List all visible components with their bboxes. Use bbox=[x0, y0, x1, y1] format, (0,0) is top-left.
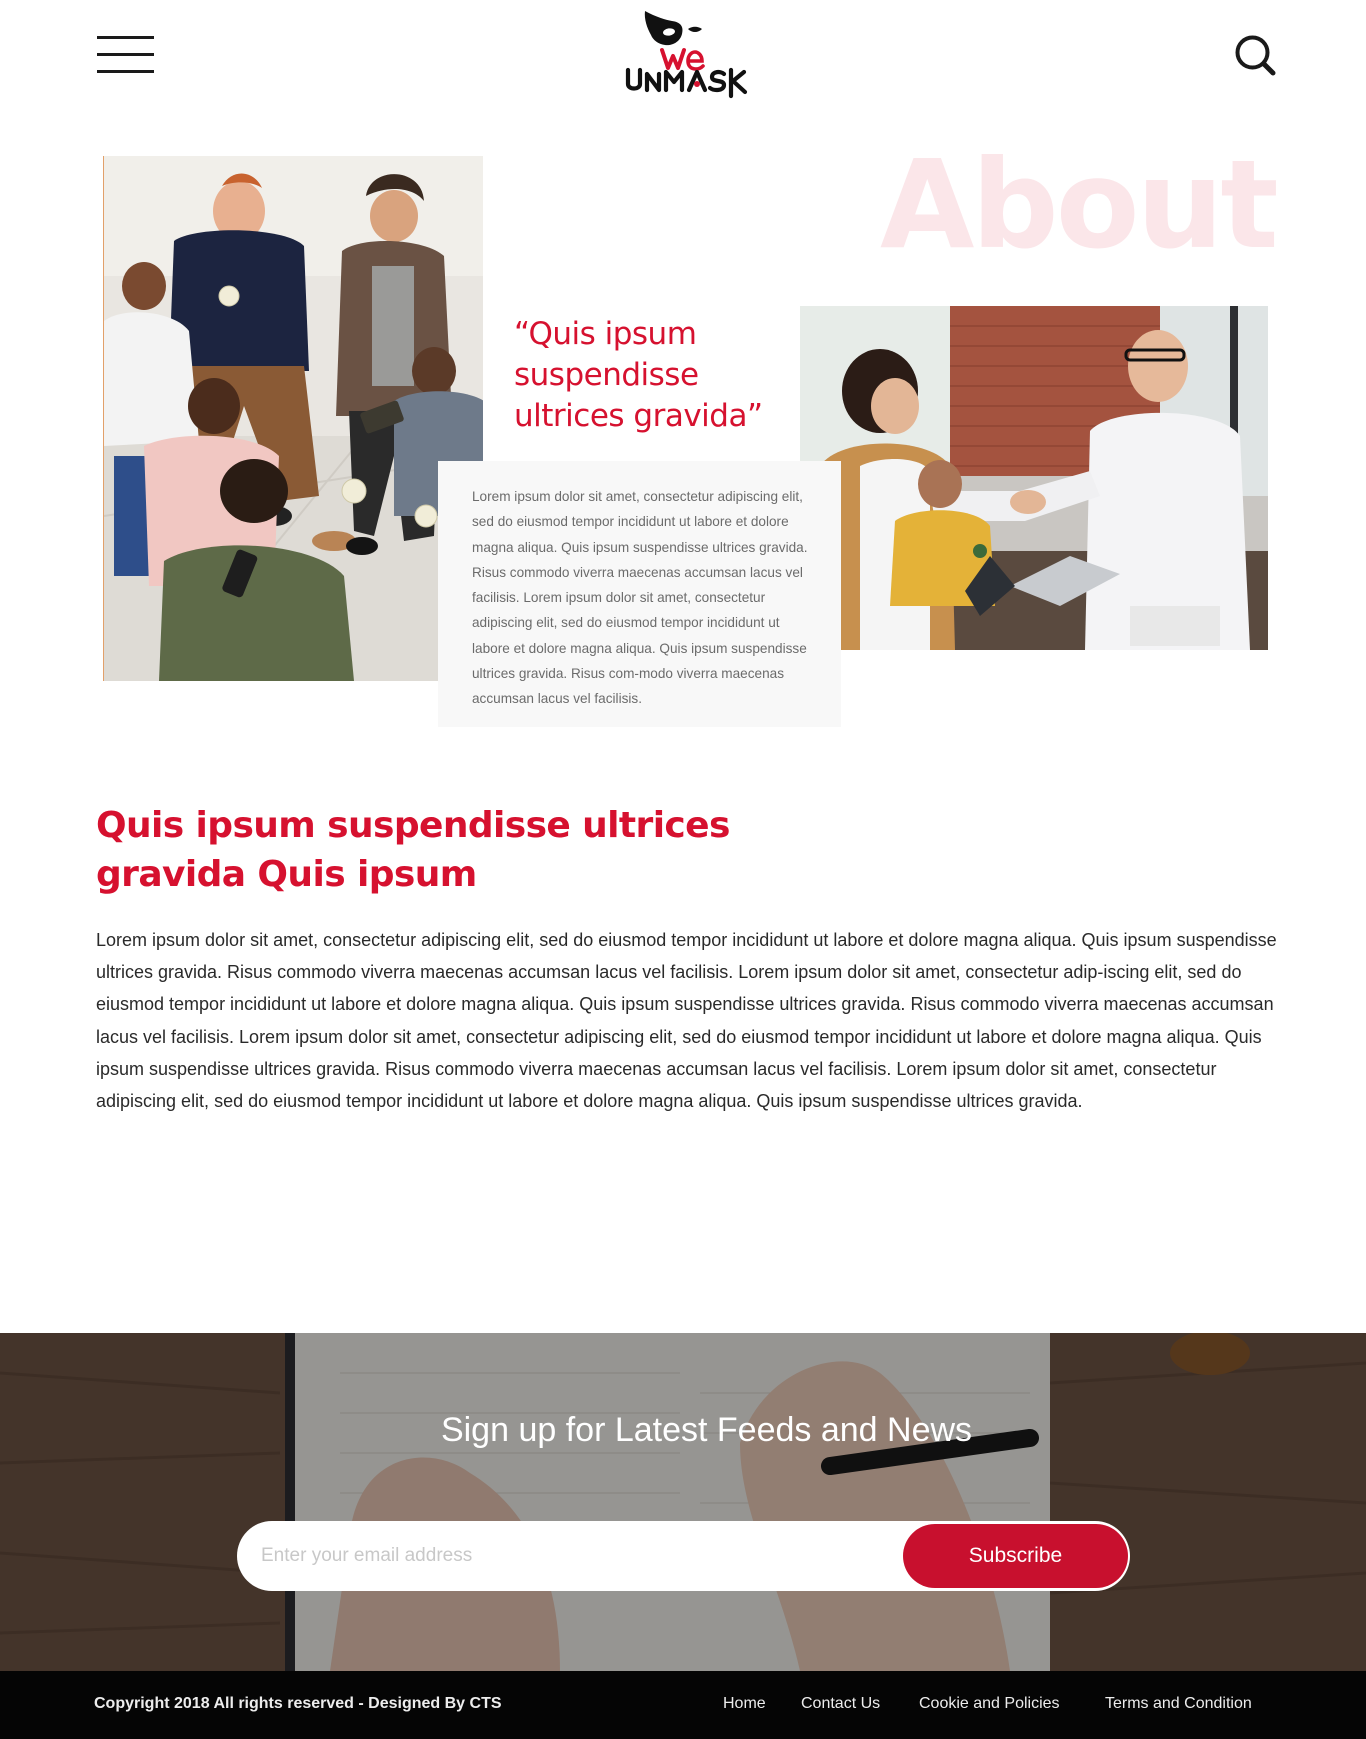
menu-bar bbox=[97, 53, 154, 56]
footer-link-contact-us[interactable]: Contact Us bbox=[801, 1695, 880, 1713]
about-text-card: Lorem ipsum dolor sit amet, consectetur … bbox=[438, 461, 841, 727]
site-header bbox=[0, 0, 1366, 110]
email-input[interactable] bbox=[261, 1521, 901, 1591]
footer-link-cookie-policies[interactable]: Cookie and Policies bbox=[919, 1695, 1060, 1713]
about-card-text: Lorem ipsum dolor sit amet, consectetur … bbox=[472, 489, 808, 707]
menu-bar bbox=[97, 36, 154, 39]
search-icon[interactable] bbox=[1234, 34, 1276, 76]
handshake-photo bbox=[800, 306, 1268, 650]
menu-bar bbox=[97, 70, 154, 73]
hamburger-menu-icon[interactable] bbox=[97, 36, 154, 74]
article-title: Quis ipsum suspendisse ultrices gravida … bbox=[96, 805, 730, 895]
we-unmask-logo[interactable] bbox=[620, 8, 770, 104]
newsletter-section bbox=[0, 1333, 1366, 1671]
footer-link-home[interactable]: Home bbox=[723, 1695, 766, 1713]
site-footer: Copyright 2018 All rights reserved - Des… bbox=[0, 1671, 1366, 1739]
article-body: Lorem ipsum dolor sit amet, consectetur … bbox=[96, 930, 1277, 1112]
newsletter-background-image bbox=[0, 1333, 1366, 1671]
about-quote: “Quis ipsum suspendisse ultrices gravida… bbox=[514, 316, 763, 434]
group-photo bbox=[103, 156, 483, 681]
footer-nav: Home Contact Us Cookie and Policies Term… bbox=[0, 1695, 1366, 1717]
about-heading: About bbox=[880, 134, 1279, 276]
subscribe-button[interactable]: Subscribe bbox=[903, 1524, 1128, 1588]
newsletter-title: Sign up for Latest Feeds and News bbox=[440, 1411, 973, 1449]
footer-link-terms[interactable]: Terms and Condition bbox=[1105, 1695, 1252, 1713]
subscribe-form: Subscribe bbox=[237, 1521, 1130, 1591]
